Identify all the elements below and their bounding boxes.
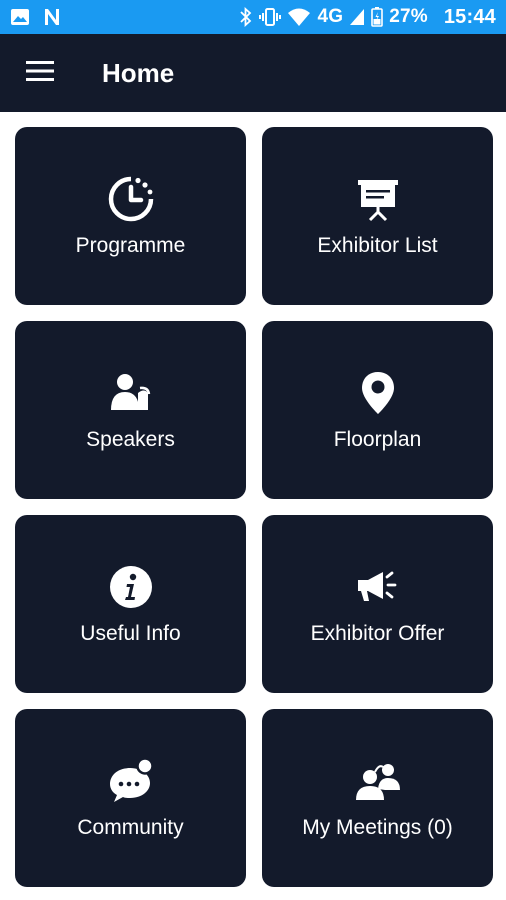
info-icon	[106, 562, 156, 612]
chat-bubble-icon	[106, 756, 156, 806]
hamburger-menu-icon	[26, 60, 54, 87]
wifi-icon	[287, 7, 311, 27]
speaker-person-icon	[106, 368, 156, 418]
tile-label: Programme	[75, 234, 186, 257]
tile-label: Speakers	[86, 428, 175, 451]
presentation-board-icon	[353, 174, 403, 224]
bluetooth-icon	[239, 7, 253, 27]
tile-label: Exhibitor List	[317, 234, 438, 257]
page-title: Home	[102, 57, 175, 88]
map-pin-icon	[353, 368, 403, 418]
tile-label: Useful Info	[80, 622, 181, 645]
tile-programme[interactable]: Programme	[15, 127, 246, 305]
megaphone-icon	[353, 562, 403, 612]
tile-speakers[interactable]: Speakers	[15, 321, 246, 499]
people-icon	[353, 756, 403, 806]
app-bar: Home	[0, 34, 506, 112]
tile-label: My Meetings (0)	[302, 816, 453, 839]
clock-time: 15:44	[443, 5, 496, 28]
menu-button[interactable]	[0, 34, 80, 112]
tile-label: Exhibitor Offer	[310, 622, 445, 645]
tile-community[interactable]: Community	[15, 709, 246, 887]
tile-floorplan[interactable]: Floorplan	[262, 321, 493, 499]
tile-my-meetings[interactable]: My Meetings (0)	[262, 709, 493, 887]
tile-useful-info[interactable]: Useful Info	[15, 515, 246, 693]
vibrate-icon	[259, 7, 282, 27]
clock-icon	[106, 174, 156, 224]
image-notification-icon	[10, 8, 30, 26]
signal-icon	[349, 8, 365, 26]
n-notification-icon	[42, 8, 62, 26]
battery-percent: 27%	[389, 6, 428, 27]
tile-label: Floorplan	[333, 428, 422, 451]
tile-exhibitor-list[interactable]: Exhibitor List	[262, 127, 493, 305]
tile-label: Community	[77, 816, 184, 839]
network-type: 4G	[317, 6, 344, 27]
home-menu-grid: Programme Exhibitor List Speakers Floorp…	[15, 127, 493, 887]
status-bar: 4G 27% 15:44	[0, 0, 506, 34]
battery-icon	[371, 7, 384, 27]
tile-exhibitor-offer[interactable]: Exhibitor Offer	[262, 515, 493, 693]
